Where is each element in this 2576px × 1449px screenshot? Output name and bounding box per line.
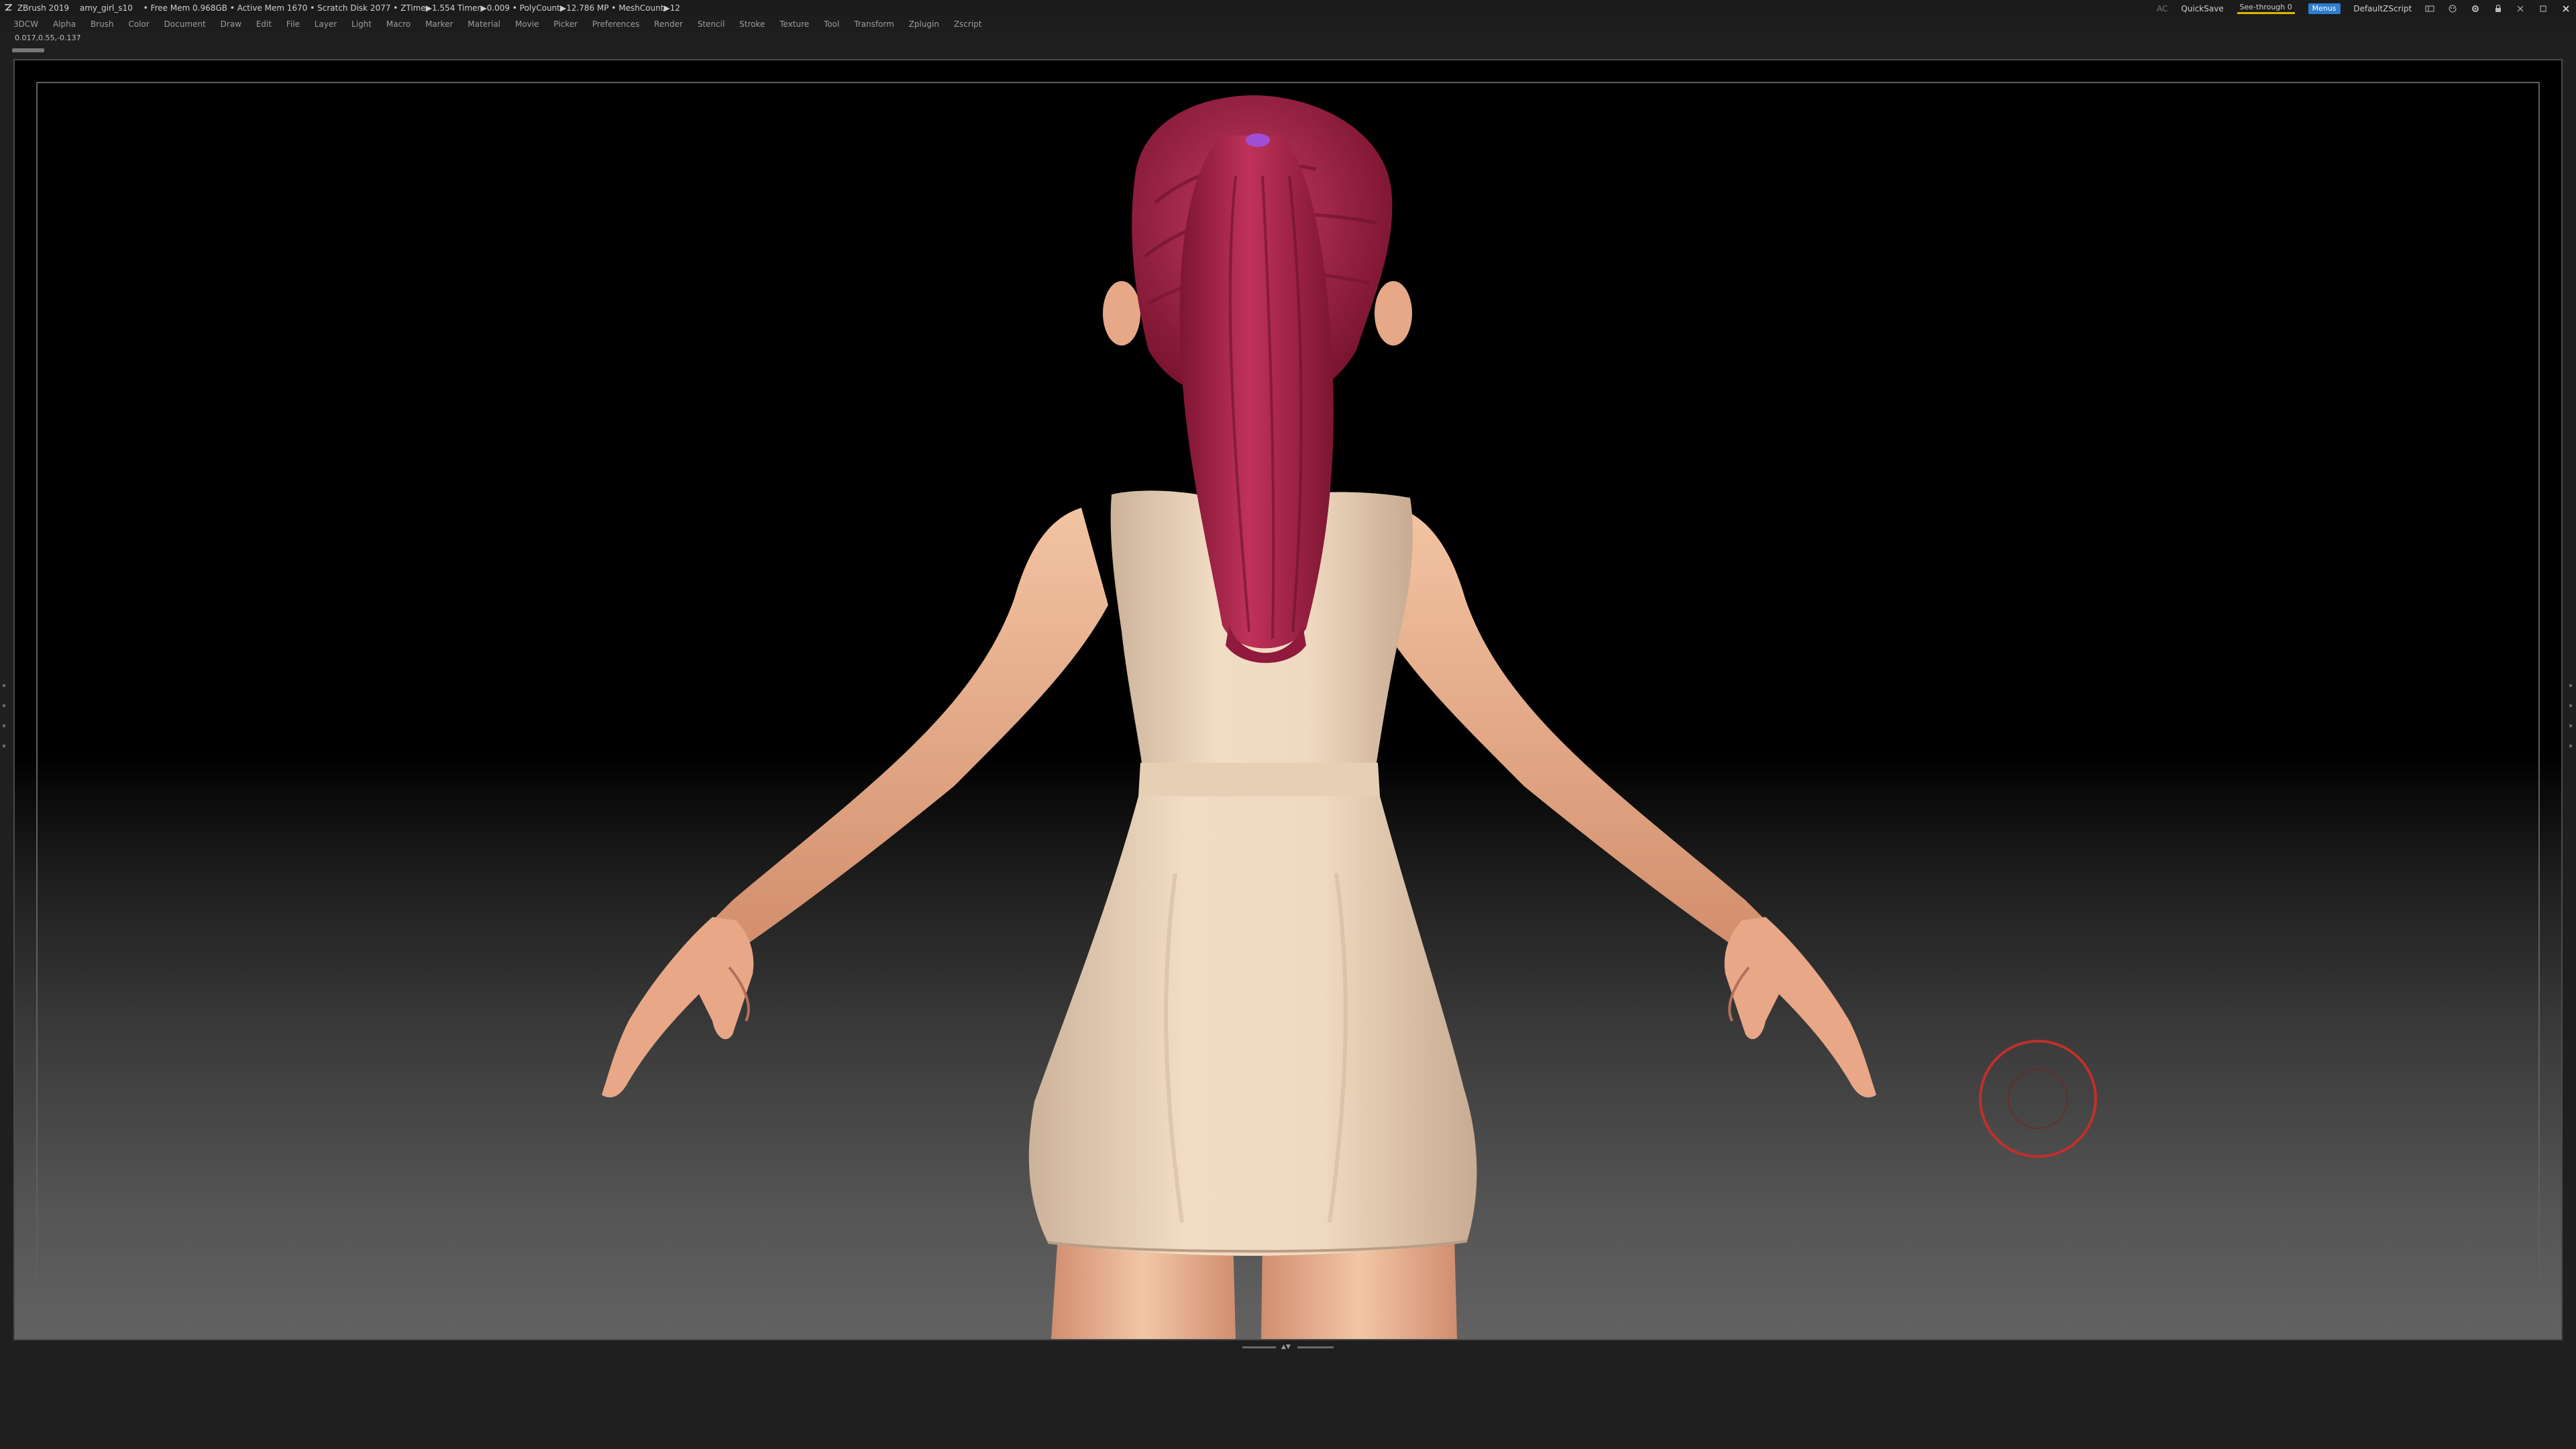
menu-zscript[interactable]: Zscript (954, 16, 982, 32)
menu-3dcw[interactable]: 3DCW (13, 16, 38, 32)
file-name: amy_girl_s10 (79, 3, 133, 13)
menu-material[interactable]: Material (468, 16, 500, 32)
menu-macro[interactable]: Macro (386, 16, 411, 32)
menu-draw[interactable]: Draw (221, 16, 241, 32)
menu-zplugin[interactable]: Zplugin (909, 16, 939, 32)
right-ear (1375, 281, 1412, 345)
layout-icon[interactable] (2425, 4, 2434, 13)
menus-toggle-button[interactable]: Menus (2308, 3, 2341, 14)
menu-render[interactable]: Render (654, 16, 683, 32)
menu-layer[interactable]: Layer (315, 16, 337, 32)
menu-transform[interactable]: Transform (854, 16, 894, 32)
right-arm (1370, 508, 1876, 1097)
lock-icon[interactable] (2493, 4, 2503, 13)
menu-marker[interactable]: Marker (425, 16, 453, 32)
settings-icon[interactable] (2471, 4, 2480, 13)
menu-movie[interactable]: Movie (515, 16, 539, 32)
memory-stats: • Free Mem 0.968GB • Active Mem 1670 • S… (143, 3, 680, 13)
right-tray-handle[interactable] (2569, 684, 2573, 778)
title-bar: ZBrush 2019 amy_girl_s10 • Free Mem 0.96… (0, 0, 2576, 16)
menu-edit[interactable]: Edit (256, 16, 272, 32)
left-arm (602, 508, 1108, 1097)
menu-alpha[interactable]: Alpha (53, 16, 76, 32)
hair-tie (1246, 133, 1270, 147)
menu-brush[interactable]: Brush (91, 16, 114, 32)
bottom-tray-handle[interactable]: ▲▼ (1242, 1344, 1334, 1350)
menu-preferences[interactable]: Preferences (592, 16, 640, 32)
left-ear (1103, 281, 1140, 345)
zbrush-logo-icon (5, 4, 12, 11)
menu-file[interactable]: File (286, 16, 300, 32)
menu-light[interactable]: Light (352, 16, 372, 32)
app-name: ZBrush 2019 (17, 3, 70, 13)
restore-icon[interactable] (2538, 4, 2548, 13)
tray-scroll-handle[interactable] (12, 48, 44, 52)
coordinate-readout: 0.017,0.55,-0.137 (15, 34, 81, 42)
left-tray-handle[interactable] (3, 684, 7, 778)
minimize-icon[interactable] (2516, 4, 2525, 13)
menu-stencil[interactable]: Stencil (698, 16, 725, 32)
default-zscript-button[interactable]: DefaultZScript (2353, 1, 2412, 17)
menu-document[interactable]: Document (164, 16, 206, 32)
menu-texture[interactable]: Texture (780, 16, 809, 32)
menu-color[interactable]: Color (128, 16, 149, 32)
document-canvas[interactable] (13, 59, 2563, 1340)
menu-tool[interactable]: Tool (824, 16, 839, 32)
close-icon[interactable] (2561, 4, 2571, 13)
menu-stroke[interactable]: Stroke (739, 16, 765, 32)
palette-icon[interactable] (2448, 4, 2457, 13)
sculpt-model[interactable] (15, 60, 2561, 1339)
quicksave-button[interactable]: QuickSave (2181, 1, 2223, 17)
ac-indicator[interactable]: AC (2157, 1, 2167, 17)
see-through-slider[interactable]: See-through 0 (2237, 3, 2295, 14)
draw-size-circle-icon (1979, 1040, 2097, 1158)
menu-picker[interactable]: Picker (553, 16, 578, 32)
menu-bar: 3DCW Alpha Brush Color Document Draw Edi… (0, 16, 2576, 32)
